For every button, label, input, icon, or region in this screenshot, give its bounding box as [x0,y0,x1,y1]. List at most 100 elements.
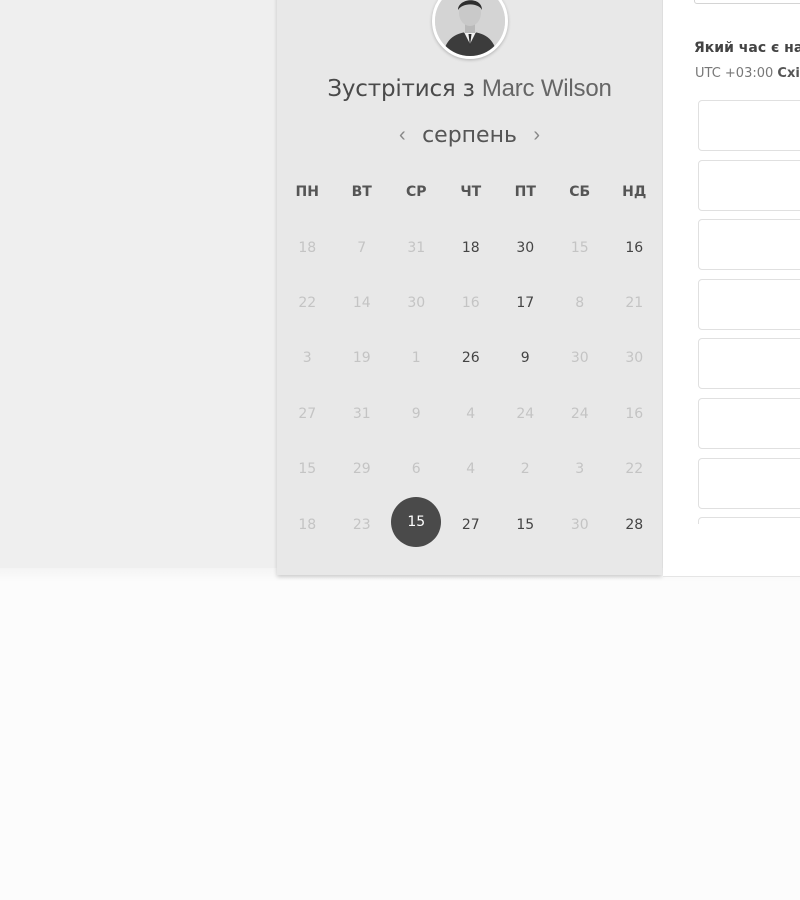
calendar-day-number: 24 [516,405,535,422]
weekday-label: ПН [295,184,319,200]
calendar-day[interactable]: 15 [498,497,553,552]
calendar-day-number: 18 [298,239,317,256]
weekday-label: СР [405,184,427,200]
calendar-day-number: 30 [516,239,535,256]
calendar-day-number: 27 [298,405,317,422]
calendar-day[interactable]: 26 [444,331,499,386]
top-input-field[interactable] [694,0,800,4]
calendar-day-number: 22 [298,295,317,312]
meet-prefix: Зустрітися з [327,76,475,102]
calendar-day: 16 [444,275,499,330]
calendar-day: 31 [389,220,444,275]
calendar-day[interactable]: 28 [607,497,662,552]
calendar-day[interactable]: 27 [444,497,499,552]
calendar-day: 24 [553,386,608,441]
calendar-day-number: 1 [411,350,421,367]
calendar-day-number: 7 [357,239,367,256]
calendar-day: 22 [280,275,335,330]
weekday-label: ВТ [351,184,372,200]
time-slot-button[interactable] [698,338,800,390]
calendar-day: 18 [280,220,335,275]
calendar-day-number: 29 [352,461,371,478]
calendar-day-number: 3 [575,461,585,478]
calendar-day: 30 [553,331,608,386]
calendar-day: 29 [335,442,390,497]
calendar-day[interactable]: 16 [607,220,662,275]
calendar-day-number: 26 [461,350,480,367]
calendar-day[interactable]: 18 [444,220,499,275]
calendar-day-number: 31 [407,239,426,256]
calendar-day-number: 30 [625,350,644,367]
timezone-name: Схід [777,66,800,81]
calendar-day-number: 8 [575,295,585,312]
calendar-day: 2 [498,442,553,497]
calendar-day: 18 [280,497,335,552]
weekday-label: СБ [569,184,591,200]
calendar-day-number: 18 [461,239,480,256]
calendar-day: 21 [607,275,662,330]
calendar-day-number: 4 [466,461,476,478]
calendar-day: 4 [444,386,499,441]
calendar-day: 14 [335,275,390,330]
calendar-day: 3 [280,331,335,386]
time-question: Який час є на [694,40,800,56]
weekday-header: ПН ВТ СР ЧТ ПТ СБ НД [280,184,661,200]
calendar-day-number: 15 [391,496,442,547]
calendar-day: 30 [389,275,444,330]
calendar-day: 30 [553,497,608,552]
page: Зустрітися з Marc Wilson ‹ серпень › ПН … [0,0,800,900]
time-slot-button[interactable] [698,517,800,524]
calendar-day-number: 16 [625,239,644,256]
calendar-day: 7 [335,220,390,275]
calendar-day: 30 [607,331,662,386]
timezone-label[interactable]: UTC +03:00 Схід [695,66,800,81]
weekday-label: НД [622,184,647,200]
calendar-day: 9 [389,386,444,441]
host-name: Marc Wilson [481,75,612,102]
calendar-day: 6 [389,442,444,497]
calendar-day-number: 15 [298,461,317,478]
calendar-day-number: 2 [520,461,530,478]
calendar-day-number: 3 [302,350,312,367]
calendar-day: 3 [553,442,608,497]
time-slot-button[interactable] [698,397,800,449]
chevron-right-icon[interactable]: › [521,122,552,148]
calendar-day: 1 [389,331,444,386]
calendar-day-number: 19 [352,350,371,367]
calendar-day-number: 23 [352,516,371,533]
calendar-day: 31 [335,386,390,441]
calendar-day-selected[interactable]: 15 [389,496,444,552]
calendar-day-number: 31 [352,405,371,422]
calendar-day[interactable]: 9 [498,331,553,386]
calendar-day: 8 [553,275,608,330]
calendar-day-number: 30 [570,516,589,533]
calendar-day: 22 [607,442,662,497]
time-slot-button[interactable] [698,457,800,509]
calendar-days-grid: 18 7 31 18 30 15 16 22 14 30 16 17 8 21 3 19 1 26 9 30 30 27 3… [280,220,661,552]
calendar-day[interactable]: 17 [498,275,553,330]
meeting-title: Зустрітися з Marc Wilson [277,75,662,103]
weekday-label: ЧТ [460,184,482,200]
time-slot-button[interactable] [698,159,800,211]
time-slot-button[interactable] [698,219,800,271]
calendar-day-number: 16 [625,405,644,422]
chevron-left-icon[interactable]: ‹ [387,122,418,148]
calendar-day[interactable]: 30 [498,220,553,275]
calendar-day-number: 28 [625,516,644,533]
calendar-day-number: 4 [466,405,476,422]
weekday-label: ПТ [514,184,536,200]
calendar-day-number: 30 [570,350,589,367]
calendar-day: 4 [444,442,499,497]
person-photo-icon [435,0,505,56]
calendar-day-number: 16 [461,295,480,312]
time-slot-button[interactable] [698,278,800,330]
calendar-day-number: 24 [570,405,589,422]
calendar-day-number: 27 [461,516,480,533]
calendar-day-number: 30 [407,295,426,312]
time-slot-list [698,100,800,524]
calendar-day-number: 9 [520,350,530,367]
calendar-day-number: 17 [516,295,535,312]
calendar-day-number: 18 [298,516,317,533]
calendar-day: 16 [607,386,662,441]
time-slot-button[interactable] [698,100,800,151]
